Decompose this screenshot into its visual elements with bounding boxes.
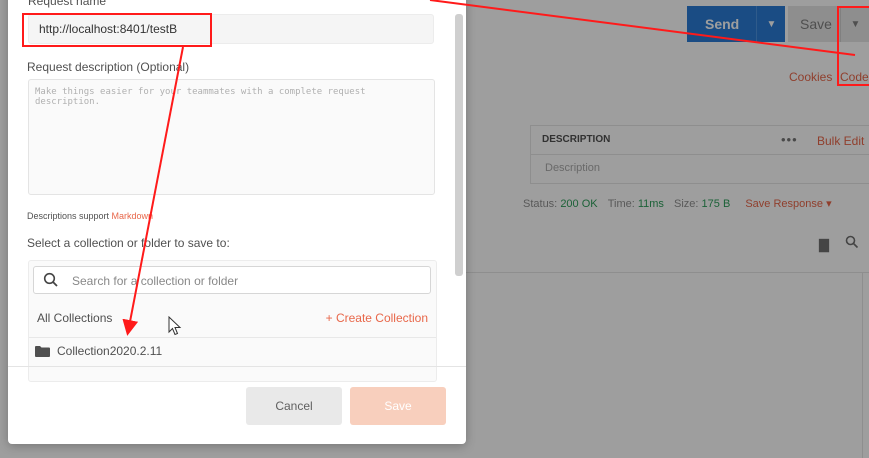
save-button[interactable]: Save xyxy=(350,387,446,425)
request-name-label: Request name xyxy=(28,0,107,8)
description-label: Request description (Optional) xyxy=(27,60,190,74)
search-icon xyxy=(43,272,58,287)
markdown-link[interactable]: Markdown xyxy=(112,211,154,221)
divider xyxy=(29,337,436,338)
footer-divider xyxy=(8,366,466,367)
collection-search-input[interactable] xyxy=(70,269,424,293)
annotation-box xyxy=(22,13,212,47)
mouse-cursor-icon xyxy=(168,316,182,336)
collection-item-label: Collection2020.2.11 xyxy=(57,344,163,358)
all-collections-label: All Collections xyxy=(37,311,113,325)
annotation-box xyxy=(837,6,869,86)
dialog-scrollbar[interactable] xyxy=(455,14,463,276)
collection-prompt: Select a collection or folder to save to… xyxy=(27,236,230,250)
collection-picker: All Collections + Create Collection Coll… xyxy=(28,260,437,382)
description-textarea[interactable] xyxy=(28,79,435,195)
create-collection-button[interactable]: + Create Collection xyxy=(326,311,428,325)
cancel-button[interactable]: Cancel xyxy=(246,387,342,425)
markdown-note: Descriptions support Markdown xyxy=(27,211,154,221)
folder-icon xyxy=(35,345,50,357)
save-request-dialog: Request name Request description (Option… xyxy=(8,0,466,444)
collection-item[interactable]: Collection2020.2.11 xyxy=(35,344,162,358)
collection-search[interactable] xyxy=(33,266,431,294)
